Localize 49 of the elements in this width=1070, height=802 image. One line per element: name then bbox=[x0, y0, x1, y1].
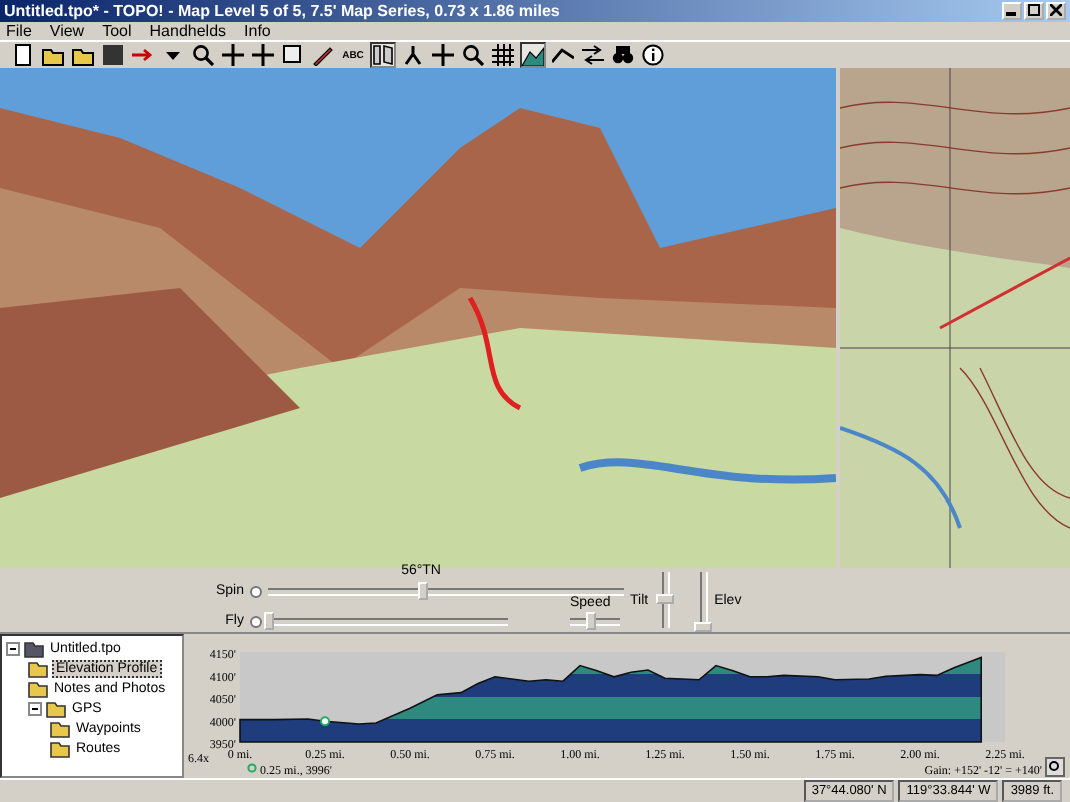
spin-radio[interactable] bbox=[250, 585, 262, 598]
cursor-marker[interactable] bbox=[320, 716, 330, 727]
toolbar-button[interactable] bbox=[580, 42, 606, 69]
toolbar-button[interactable] bbox=[370, 42, 396, 69]
fly-radio[interactable] bbox=[250, 615, 262, 628]
menu-item[interactable]: View bbox=[49, 21, 85, 40]
toolbar-button[interactable] bbox=[520, 42, 546, 69]
menu-item[interactable]: File bbox=[6, 21, 32, 40]
arrow-icon bbox=[132, 44, 154, 67]
cursor-marker-icon bbox=[247, 763, 257, 773]
open-folder-icon bbox=[42, 44, 64, 67]
transfer-icon bbox=[582, 44, 604, 67]
tilt-slider-thumb[interactable] bbox=[656, 593, 675, 604]
minimize-button[interactable] bbox=[1002, 1, 1022, 20]
toolbar-button[interactable] bbox=[310, 42, 336, 69]
pencil-icon bbox=[312, 44, 334, 67]
profile-icon bbox=[522, 44, 544, 67]
folder-icon bbox=[72, 44, 94, 67]
binoculars-icon bbox=[612, 44, 634, 67]
maximize-icon bbox=[1028, 4, 1040, 17]
close-button[interactable] bbox=[1046, 1, 1066, 20]
toolbar-button[interactable] bbox=[430, 42, 456, 69]
spin-slider-thumb[interactable] bbox=[417, 581, 428, 600]
toolbar-button[interactable] bbox=[220, 42, 246, 69]
toolbar-button[interactable] bbox=[460, 42, 486, 69]
crosshair-icon bbox=[432, 44, 454, 67]
project-icon bbox=[24, 639, 44, 657]
window-title: Untitled.tpo* - TOPO! - Map Level 5 of 5, 7.5' Map Series, 0.73 x 1.86 miles bbox=[4, 1, 560, 20]
speed-slider-thumb[interactable] bbox=[586, 611, 596, 630]
search-icon bbox=[462, 44, 484, 67]
toolbar-button[interactable] bbox=[640, 42, 666, 69]
zoom-button[interactable] bbox=[1045, 757, 1065, 777]
crosshair-icon bbox=[222, 44, 244, 67]
maximize-button[interactable] bbox=[1024, 1, 1044, 20]
close-icon bbox=[1050, 4, 1062, 17]
menu-item[interactable]: Info bbox=[244, 21, 271, 40]
collapse-toggle-icon[interactable] bbox=[6, 641, 20, 655]
toolbar-button[interactable] bbox=[490, 42, 516, 69]
elev-slider-thumb[interactable] bbox=[694, 621, 713, 632]
toolbar-button[interactable] bbox=[190, 42, 216, 69]
toolbar-button[interactable] bbox=[10, 42, 36, 69]
zoom-in-icon bbox=[192, 44, 214, 67]
map-tool-icon bbox=[372, 44, 394, 67]
collapse-toggle-icon[interactable] bbox=[28, 701, 42, 715]
fly-slider-thumb[interactable] bbox=[264, 611, 274, 630]
menu-item[interactable]: Tool bbox=[102, 21, 132, 40]
grid-icon bbox=[492, 44, 514, 67]
menu-item[interactable]: Handhelds bbox=[149, 21, 227, 40]
toolbar-button[interactable] bbox=[610, 42, 636, 69]
